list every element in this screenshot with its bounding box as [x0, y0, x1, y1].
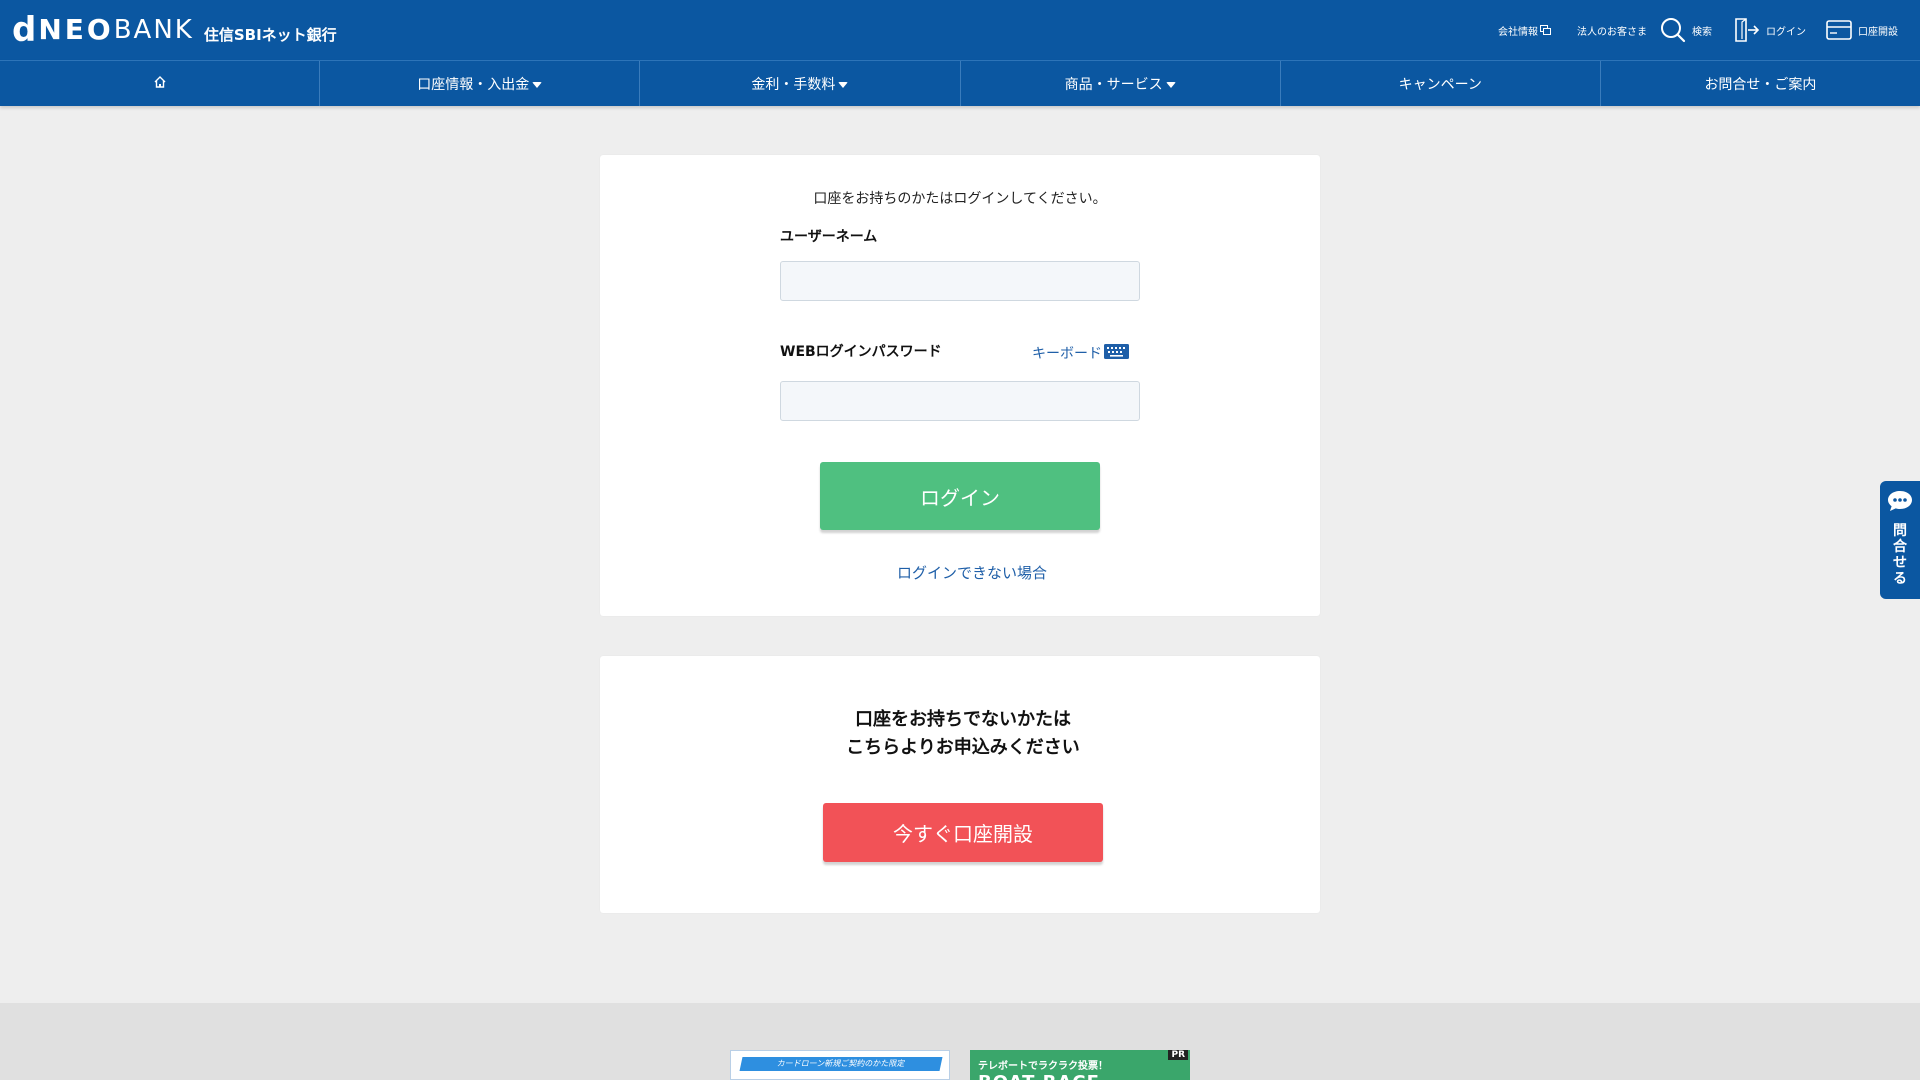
open-account-button[interactable]: 今すぐ口座開設: [823, 803, 1103, 862]
search-button[interactable]: 検索: [1660, 0, 1712, 60]
header-open-account-label: 口座開設: [1858, 26, 1898, 38]
logo-bank: BANK: [113, 15, 194, 45]
username-label: ユーザーネーム: [780, 229, 878, 245]
nav-products[interactable]: 商品・サービス: [959, 61, 1280, 106]
search-label: 検索: [1692, 26, 1712, 38]
chevron-down-icon: [1165, 81, 1176, 88]
header-login-button[interactable]: ログイン: [1734, 0, 1806, 60]
boat-race-banner-title: BOAT RACE: [978, 1072, 1100, 1080]
chevron-down-icon: [838, 81, 849, 88]
login-help-link[interactable]: ログインできない場合: [600, 562, 1344, 583]
open-account-message-line1: 口座をお持ちでないかたは: [855, 709, 1071, 730]
bank-logo[interactable]: d NEO BANK 住信SBIネット銀行: [12, 12, 337, 48]
corporate-customers-label: 法人のお客さま: [1577, 26, 1647, 38]
nav-rates-label: 金利・手数料: [751, 76, 836, 93]
nav-contact-label: お問合せ・ご案内: [1704, 76, 1817, 93]
login-door-icon: [1734, 17, 1760, 43]
company-info-link[interactable]: 会社情報: [1498, 0, 1558, 60]
nav-products-label: 商品・サービス: [1064, 76, 1163, 93]
keyboard-icon: [1104, 343, 1129, 363]
login-card: 口座をお持ちのかたはログインしてください。 ユーザーネーム WEBログインパスワ…: [600, 155, 1320, 616]
nav-accounts[interactable]: 口座情報・入出金: [319, 61, 639, 106]
chevron-down-icon: [532, 81, 543, 88]
bank-card-icon: [1826, 20, 1852, 40]
nav-contact[interactable]: お問合せ・ご案内: [1599, 61, 1920, 106]
side-tab-label: 問合せる: [1893, 523, 1907, 587]
login-button[interactable]: ログイン: [820, 462, 1100, 530]
nav-rates[interactable]: 金利・手数料: [639, 61, 959, 106]
logo-neo: NEO: [38, 13, 114, 46]
global-nav: 口座情報・入出金 金利・手数料 商品・サービス キャンペーン お問合せ・ご案内: [0, 60, 1920, 106]
username-input[interactable]: [780, 261, 1140, 301]
external-window-icon: [1540, 25, 1552, 35]
header-login-label: ログイン: [1766, 26, 1806, 38]
corporate-customers-link[interactable]: 法人のお客さま: [1577, 0, 1647, 60]
pr-badge: PR: [1168, 1050, 1188, 1060]
top-header: d NEO BANK 住信SBIネット銀行 会社情報 法人のお客さま 検索 ログ…: [0, 0, 1920, 60]
boat-race-banner[interactable]: テレボートでラクラク投票！ PR BOAT RACE: [970, 1050, 1190, 1080]
password-input[interactable]: [780, 381, 1140, 421]
open-account-message: 口座をお持ちでないかたは こちらよりお申込みください: [600, 706, 1326, 762]
header-open-account-button[interactable]: 口座開設: [1826, 0, 1898, 60]
password-label: WEBログインパスワード: [780, 344, 942, 360]
software-keyboard-label: キーボード: [1032, 346, 1102, 362]
open-account-card: 口座をお持ちでないかたは こちらよりお申込みください 今すぐ口座開設: [600, 656, 1320, 913]
login-intro-text: 口座をお持ちのかたはログインしてください。: [813, 191, 1107, 207]
home-icon: [153, 75, 167, 93]
chat-bubble-icon: [1886, 489, 1914, 517]
nav-campaign[interactable]: キャンペーン: [1279, 61, 1600, 106]
nav-campaign-label: キャンペーン: [1398, 76, 1482, 93]
software-keyboard-link[interactable]: キーボード: [1032, 343, 1129, 363]
company-info-label: 会社情報: [1498, 26, 1538, 38]
open-account-message-line2: こちらよりお申込みください: [846, 737, 1080, 758]
footer-banner-area: [0, 1003, 1920, 1080]
card-loan-banner[interactable]: カードローン新規ご契約のかた限定: [730, 1050, 950, 1080]
logo-bank-name: 住信SBIネット銀行: [203, 25, 337, 44]
search-icon: [1660, 17, 1686, 43]
boat-race-banner-tagline: テレボートでラクラク投票！: [978, 1061, 1108, 1072]
contact-side-tab[interactable]: 問合せる: [1880, 481, 1920, 599]
nav-accounts-label: 口座情報・入出金: [417, 76, 530, 93]
logo-d: d: [12, 10, 37, 50]
card-loan-banner-text: カードローン新規ご契約のかた限定: [739, 1057, 943, 1071]
nav-home[interactable]: [0, 61, 319, 106]
